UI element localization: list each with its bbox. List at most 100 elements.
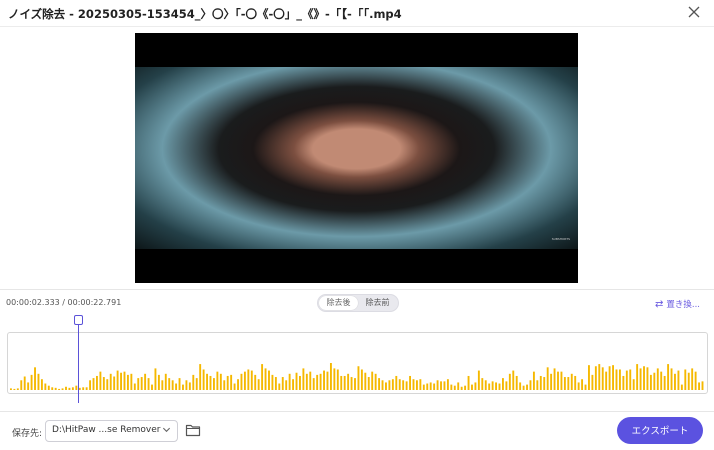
waveform-bar: [584, 384, 587, 390]
waveform-bar: [653, 372, 656, 390]
waveform-bar: [539, 375, 542, 390]
playhead-line[interactable]: [78, 323, 79, 403]
waveform-bar: [467, 375, 470, 390]
waveform-bar: [625, 370, 628, 390]
waveform-bar: [144, 373, 147, 390]
waveform-bar: [433, 383, 436, 390]
waveform-bar: [268, 370, 270, 390]
waveform-bar: [446, 379, 449, 390]
waveform-bar: [677, 370, 680, 390]
waveform-bar: [656, 368, 659, 390]
waveform-bar: [360, 369, 363, 390]
waveform-bar: [154, 368, 157, 390]
waveform-bar: [343, 375, 346, 390]
waveform-bar: [27, 382, 30, 390]
waveform-bar: [175, 383, 178, 390]
waveform-bar: [30, 374, 33, 390]
waveform-bar: [316, 374, 319, 390]
waveform-bar: [92, 378, 95, 390]
waveform-bar: [667, 364, 670, 390]
waveform-bar: [168, 378, 171, 390]
waveform-bar: [102, 377, 105, 390]
waveform-bar: [471, 384, 473, 390]
waveform-bar: [612, 365, 614, 390]
playhead-handle[interactable]: [74, 315, 83, 325]
waveform-bar: [670, 368, 673, 390]
toggle-after-option[interactable]: 除去後: [319, 296, 358, 310]
waveform-bar: [481, 378, 484, 390]
total-time: / 00:00:22.791: [62, 298, 122, 307]
waveform-track[interactable]: [7, 332, 708, 394]
waveform-bar: [574, 375, 577, 390]
waveform-bar: [333, 368, 336, 390]
waveform-bar: [106, 379, 109, 390]
waveform-bar: [498, 383, 501, 390]
waveform-bar: [488, 383, 491, 390]
waveform-bar: [515, 375, 518, 390]
waveform-bar: [474, 382, 477, 390]
waveform-bar: [601, 367, 604, 390]
waveform-bar: [443, 381, 446, 390]
waveform-bar: [305, 373, 308, 390]
waveform-bar: [44, 383, 47, 390]
waveform-bar: [113, 376, 116, 390]
waveform-bar: [323, 370, 325, 390]
waveform-bar: [213, 378, 215, 390]
waveform-bar: [37, 373, 40, 390]
video-player[interactable]: SUBSHORTS: [135, 33, 578, 283]
waveform-bar: [140, 377, 143, 390]
waveform-bar: [271, 374, 274, 390]
title-bar: ノイズ除去 - 20250305-153454_〉〇〉「-〇《-〇」_《》-「【…: [0, 0, 714, 27]
waveform-bar: [663, 375, 666, 390]
waveform-bar: [636, 364, 639, 390]
waveform-bar: [532, 371, 535, 390]
waveform-bar: [326, 371, 329, 390]
waveform-bar: [340, 375, 343, 390]
waveform-bar: [199, 364, 202, 390]
waveform-bar: [388, 380, 391, 390]
waveform-bar: [460, 386, 463, 390]
waveform-bar: [23, 376, 26, 390]
close-icon[interactable]: [686, 4, 702, 20]
waveform-bar: [409, 375, 411, 390]
waveform-bar: [701, 381, 704, 390]
waveform-bar: [209, 375, 212, 390]
waveform-bar: [502, 378, 504, 390]
waveform-bar: [309, 371, 312, 390]
waveform-bar: [78, 387, 81, 390]
waveform-bar: [615, 369, 618, 390]
waveform-bar: [639, 368, 642, 390]
waveform-bar: [646, 367, 649, 390]
waveform-bar: [698, 382, 701, 390]
save-path-select[interactable]: D:\HitPaw ...se Remover: [45, 420, 178, 442]
waveform-bar: [254, 374, 257, 390]
replace-button[interactable]: ⇄ 置き換...: [655, 298, 700, 310]
waveform-bar: [591, 374, 594, 390]
waveform-bar: [402, 380, 405, 390]
waveform-bar: [598, 364, 601, 390]
waveform-bar: [674, 373, 676, 390]
waveform-bar: [85, 387, 88, 390]
waveform-bar: [257, 379, 260, 390]
waveform-bar: [347, 373, 350, 390]
waveform-bar: [464, 385, 467, 390]
before-after-toggle[interactable]: 除去後 除去前: [317, 294, 399, 312]
waveform-bar: [687, 372, 690, 390]
waveform-bar: [608, 366, 611, 390]
waveform-bar: [398, 379, 401, 390]
waveform-bar: [632, 379, 635, 390]
waveform-bar: [477, 370, 480, 390]
waveform-bar: [395, 375, 398, 390]
waveform-bar: [508, 373, 511, 390]
waveform-bar: [385, 382, 387, 390]
waveform-bar: [512, 370, 515, 390]
waveform-bar: [240, 373, 243, 390]
waveform-bar: [336, 369, 339, 390]
folder-icon[interactable]: [185, 423, 201, 437]
waveform-bar: [192, 374, 195, 390]
waveform-bar: [419, 379, 422, 390]
waveform-bar: [302, 368, 305, 390]
export-button[interactable]: エクスポート: [617, 417, 703, 444]
waveform-bar: [202, 369, 205, 390]
toggle-before-option[interactable]: 除去前: [358, 296, 397, 310]
